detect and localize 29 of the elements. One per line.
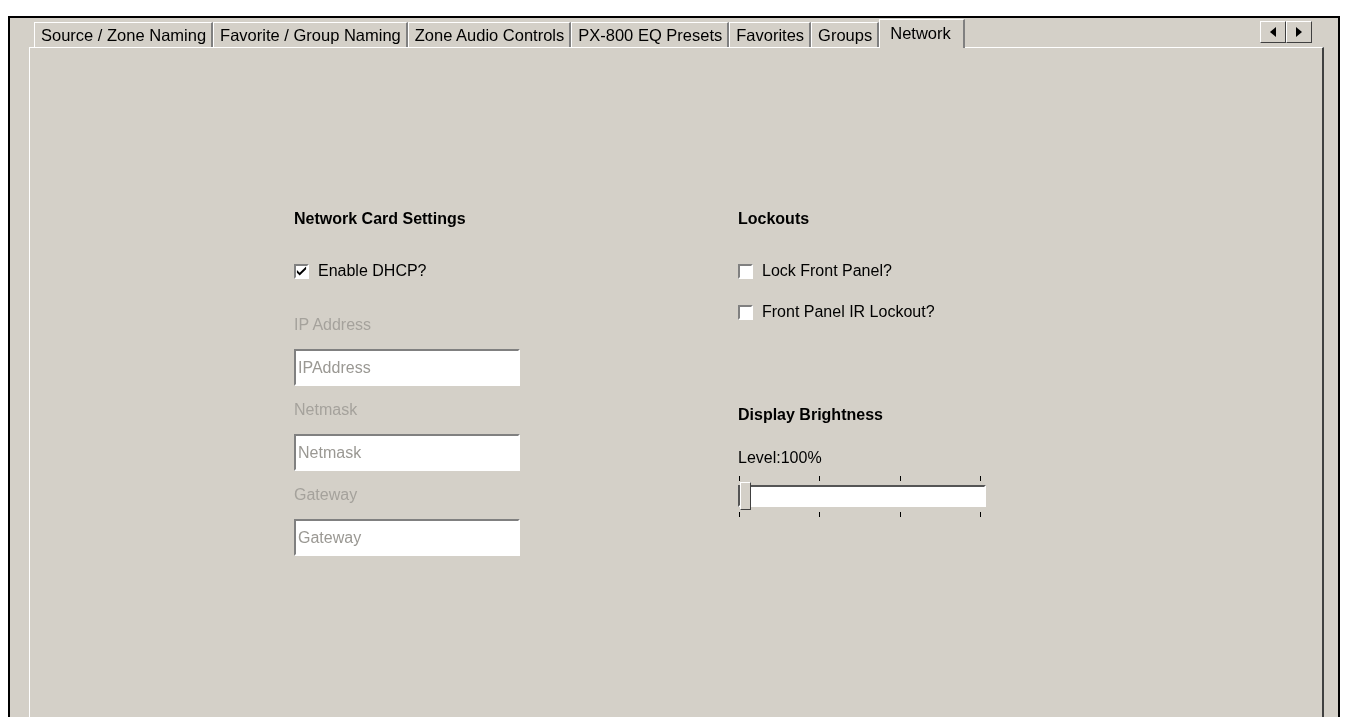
section-heading: Lockouts [738, 209, 810, 229]
tab[interactable]: Source / Zone Naming [34, 22, 214, 47]
tick-mark [980, 475, 981, 481]
checkbox-label: Front Panel IR Lockout? [762, 303, 935, 321]
section-heading: Display Brightness [738, 405, 883, 425]
section-heading: Network Card Settings [294, 209, 466, 229]
tab[interactable]: Favorite / Group Naming [213, 22, 408, 47]
checkbox-label: Enable DHCP? [318, 262, 427, 280]
checkbox[interactable] [738, 263, 753, 279]
tick-mark [739, 475, 740, 481]
scroll-left-button[interactable] [1260, 21, 1286, 43]
tick-mark [739, 511, 740, 517]
tick-mark [899, 475, 901, 481]
triangle-left-icon [1270, 27, 1276, 37]
triangle-right-icon [1296, 27, 1302, 37]
tick-mark [819, 475, 821, 481]
level-reading: Level:100% [738, 448, 822, 468]
slider-thumb[interactable] [740, 482, 751, 510]
checkbox[interactable] [738, 304, 753, 320]
tick-mark [980, 511, 981, 517]
tab[interactable]: PX-800 EQ Presets [571, 22, 730, 47]
scroll-right-button[interactable] [1286, 21, 1312, 43]
tick-mark [899, 511, 901, 517]
checkbox-label: Lock Front Panel? [762, 262, 892, 280]
tab[interactable]: Network [879, 19, 965, 48]
tick-mark [819, 511, 821, 517]
checkbox[interactable] [294, 263, 309, 279]
tab[interactable]: Favorites [729, 22, 812, 47]
tab[interactable]: Zone Audio Controls [407, 22, 572, 47]
